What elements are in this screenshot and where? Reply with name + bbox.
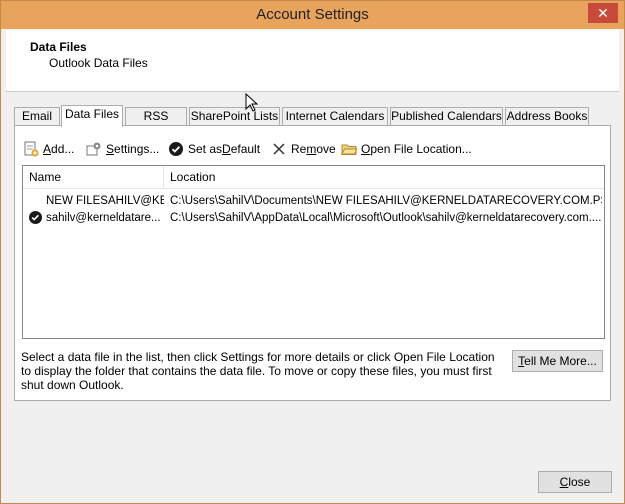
settings-icon bbox=[86, 141, 102, 157]
folder-icon bbox=[341, 141, 358, 157]
data-files-panel: Add... Settings... Set as Default Re m ove bbox=[14, 125, 611, 401]
row-name: sahilv@kerneldatare... bbox=[46, 212, 161, 224]
list-row[interactable]: sahilv@kerneldatare... C:\Users\SahilV\A… bbox=[23, 210, 604, 227]
set-as-default-button[interactable]: Set as Default bbox=[168, 140, 260, 158]
checkmark-circle-icon bbox=[168, 141, 184, 157]
remove-button[interactable]: Re m ove bbox=[271, 140, 336, 158]
settings-label-accel: S bbox=[106, 142, 115, 156]
tell-me-more-button[interactable]: Tell Me More... bbox=[512, 350, 603, 372]
mouse-pointer-icon bbox=[245, 92, 259, 116]
default-checkmark-icon bbox=[29, 211, 42, 224]
close-button[interactable]: Close bbox=[538, 471, 612, 493]
open-label-accel: O bbox=[361, 142, 371, 156]
section-subtitle: Outlook Data Files bbox=[49, 56, 148, 70]
settings-label: ettings... bbox=[114, 142, 160, 156]
help-description: Select a data file in the list, then cli… bbox=[21, 350, 495, 392]
column-header-location[interactable]: Location bbox=[163, 166, 584, 189]
close-label: lose bbox=[568, 475, 591, 489]
title-bar[interactable]: Account Settings ✕ bbox=[1, 1, 624, 29]
remove-x-icon bbox=[271, 141, 287, 157]
row-location: C:\Users\SahilV\Documents\NEW FILESAHILV… bbox=[170, 195, 602, 207]
tab-internet-calendars[interactable]: Internet Calendars bbox=[282, 107, 388, 126]
add-button[interactable]: Add... bbox=[23, 140, 74, 158]
list-header: Name Location bbox=[23, 166, 604, 189]
tab-rss-feeds[interactable]: RSS Feeds bbox=[125, 107, 187, 140]
window-close-button[interactable]: ✕ bbox=[588, 3, 618, 23]
data-files-list[interactable]: Name Location NEW FILESAHILV@KE... C:\Us… bbox=[22, 165, 605, 339]
remove-label-accel: m bbox=[306, 142, 317, 156]
default-label: efault bbox=[230, 142, 261, 156]
tab-address-books[interactable]: Address Books bbox=[505, 107, 589, 126]
section-title: Data Files bbox=[30, 40, 87, 54]
tell-me-label: ell Me More... bbox=[524, 354, 597, 368]
remove-label-prefix: Re bbox=[291, 142, 307, 156]
row-location: C:\Users\SahilV\AppData\Local\Microsoft\… bbox=[170, 212, 602, 224]
open-label: pen File Location... bbox=[370, 142, 472, 156]
open-file-location-button[interactable]: Open File Location... bbox=[341, 140, 472, 158]
default-label-accel: D bbox=[222, 142, 231, 156]
add-file-icon bbox=[23, 141, 39, 157]
tab-email[interactable]: Email bbox=[14, 107, 60, 126]
header-panel: Data Files Outlook Data Files bbox=[6, 30, 619, 92]
tab-published-calendars[interactable]: Published Calendars bbox=[390, 107, 503, 126]
row-name: NEW FILESAHILV@KE... bbox=[46, 195, 164, 207]
account-settings-window: Account Settings ✕ Data Files Outlook Da… bbox=[0, 0, 625, 504]
remove-label: ove bbox=[316, 142, 336, 156]
tab-sharepoint-lists[interactable]: SharePoint Lists bbox=[189, 107, 280, 126]
settings-button[interactable]: Settings... bbox=[86, 140, 159, 158]
default-label-prefix: Set as bbox=[188, 142, 223, 156]
column-header-name[interactable]: Name bbox=[23, 166, 163, 189]
add-label-accel: A bbox=[43, 142, 52, 156]
add-label: dd... bbox=[51, 142, 75, 156]
list-row[interactable]: NEW FILESAHILV@KE... C:\Users\SahilV\Doc… bbox=[23, 193, 604, 210]
tab-data-files[interactable]: Data Files bbox=[61, 105, 123, 127]
window-title: Account Settings bbox=[256, 6, 369, 23]
